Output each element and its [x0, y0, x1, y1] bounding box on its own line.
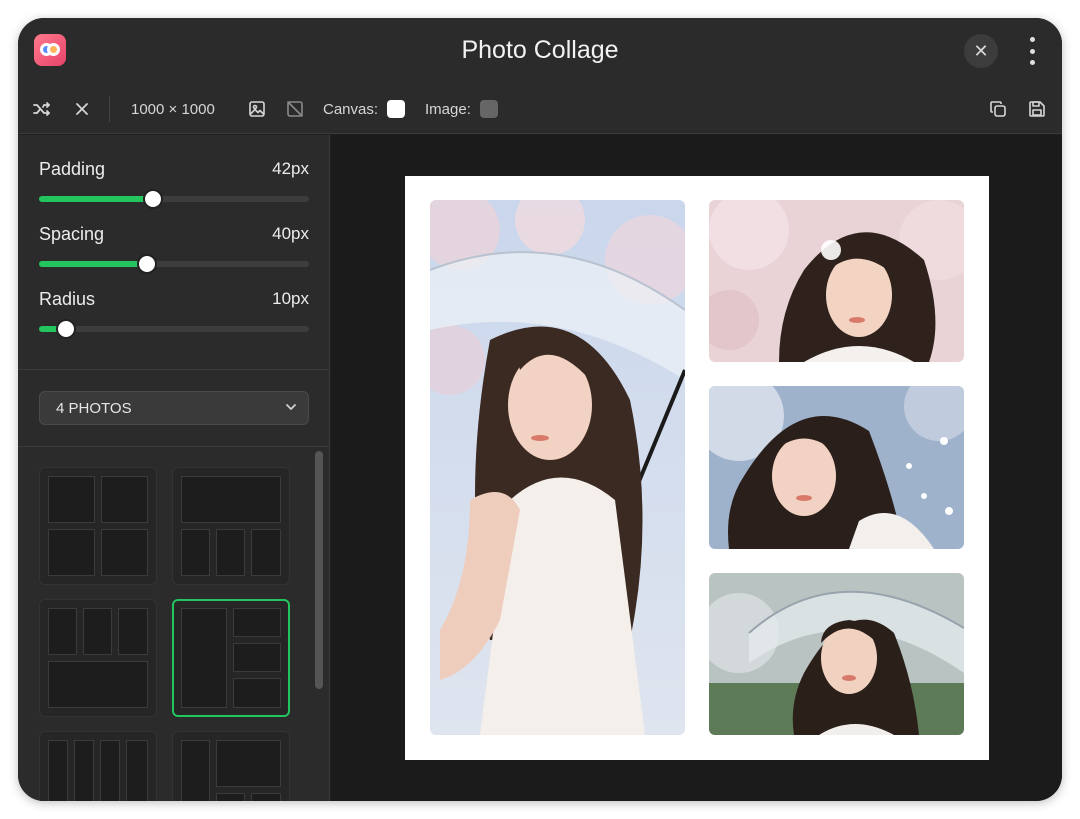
photo-count-select[interactable]: 4 PHOTOS	[39, 391, 309, 425]
collage-photo-2[interactable]	[709, 200, 964, 362]
padding-value: 42px	[272, 159, 309, 178]
image-color-swatch[interactable]	[479, 100, 498, 118]
preview-area	[331, 135, 1062, 801]
clear-button[interactable]	[70, 84, 94, 134]
spacing-slider-fill	[39, 261, 147, 267]
spacing-slider-handle[interactable]	[137, 254, 157, 274]
spacing-slider[interactable]	[39, 254, 309, 274]
layout-option-top-wide[interactable]	[172, 467, 290, 585]
close-icon	[76, 103, 88, 115]
layout-grid	[18, 447, 314, 801]
title-bar: Photo Collage ✕	[18, 18, 1062, 84]
layout-cell	[100, 740, 120, 801]
radius-slider-handle[interactable]	[56, 319, 76, 339]
layout-cell	[181, 608, 227, 708]
layout-list-scrollbar[interactable]	[315, 451, 323, 689]
radius-label: Radius	[39, 289, 96, 309]
collage-canvas	[405, 176, 989, 760]
layout-cell	[118, 608, 148, 655]
panel-divider	[18, 369, 329, 370]
layout-cell	[101, 529, 148, 576]
close-window-button[interactable]: ✕	[964, 34, 998, 68]
layout-option-four-columns[interactable]	[39, 731, 157, 801]
close-icon: ✕	[973, 40, 989, 61]
layout-cell	[251, 793, 281, 801]
layout-cell	[48, 661, 148, 708]
more-icon-dot	[1029, 60, 1035, 65]
layout-cell	[216, 793, 245, 801]
layout-option-bottom-wide[interactable]	[39, 599, 157, 717]
collage-photo-4[interactable]	[709, 573, 964, 735]
save-icon	[1029, 101, 1045, 117]
radius-slider[interactable]	[39, 319, 309, 339]
layout-cell	[181, 740, 210, 801]
canvas-dimensions[interactable]: 1000 × 1000	[131, 84, 215, 134]
portrait-umbrella-photo	[430, 200, 685, 735]
no-image-icon	[286, 100, 304, 118]
settings-panel: Padding 42px Spacing 40px Radius 10px 4 …	[18, 135, 330, 801]
layout-option-grid-2x2[interactable]	[39, 467, 157, 585]
more-menu-button[interactable]	[1024, 35, 1040, 67]
layout-cell	[233, 643, 281, 672]
add-image-button[interactable]	[245, 84, 269, 134]
photo-count-value: 4 PHOTOS	[56, 399, 132, 417]
layout-cell	[48, 740, 68, 801]
layout-cell	[251, 529, 281, 576]
layout-cell	[101, 476, 148, 523]
canvas-color-label: Canvas:	[323, 100, 379, 118]
collage-photo-3[interactable]	[709, 386, 964, 549]
more-icon-dot	[1029, 48, 1035, 54]
layout-option-mixed[interactable]	[172, 731, 290, 801]
layout-cell	[126, 740, 148, 801]
layout-option-left-tall[interactable]	[172, 599, 290, 717]
toolbar-divider	[109, 96, 110, 122]
layout-cell	[48, 608, 77, 655]
padding-slider-handle[interactable]	[143, 189, 163, 209]
layout-cell	[83, 608, 112, 655]
portrait-petals-photo	[709, 386, 964, 549]
layout-cell	[233, 608, 281, 637]
portrait-blossom-photo	[709, 200, 964, 362]
more-icon-dot	[1029, 37, 1035, 42]
shuffle-icon	[33, 102, 50, 116]
collage-photo-1[interactable]	[430, 200, 685, 735]
layout-cell	[48, 476, 95, 523]
portrait-garden-umbrella-photo	[709, 573, 964, 735]
spacing-value: 40px	[272, 224, 309, 243]
spacing-label: Spacing	[39, 224, 105, 244]
padding-label: Padding	[39, 159, 106, 179]
duplicate-icon	[990, 101, 1006, 117]
padding-slider[interactable]	[39, 189, 309, 209]
shuffle-button[interactable]	[30, 84, 54, 134]
radius-value: 10px	[272, 289, 309, 308]
layout-cell	[74, 740, 94, 801]
image-icon	[249, 101, 265, 117]
toolbar: 1000 × 1000 Canvas: Image:	[18, 84, 1062, 134]
duplicate-button[interactable]	[986, 84, 1010, 134]
chevron-down-icon	[286, 404, 296, 410]
remove-image-button[interactable]	[283, 84, 307, 134]
padding-slider-fill	[39, 196, 153, 202]
photo-collage-window: Photo Collage ✕ 1000 × 1000 Canvas: Imag…	[18, 18, 1062, 801]
layout-cell	[181, 529, 210, 576]
canvas-color-swatch[interactable]	[387, 100, 406, 118]
layout-cell	[48, 529, 95, 576]
layout-cell	[181, 476, 281, 523]
layout-cell	[216, 529, 245, 576]
save-button[interactable]	[1025, 84, 1049, 134]
image-color-label: Image:	[425, 100, 471, 118]
canvas-color-control[interactable]: Canvas:	[323, 84, 406, 134]
layout-cell	[233, 678, 281, 708]
window-title: Photo Collage	[461, 36, 619, 64]
image-color-control[interactable]: Image:	[425, 84, 498, 134]
layout-cell	[216, 740, 281, 787]
